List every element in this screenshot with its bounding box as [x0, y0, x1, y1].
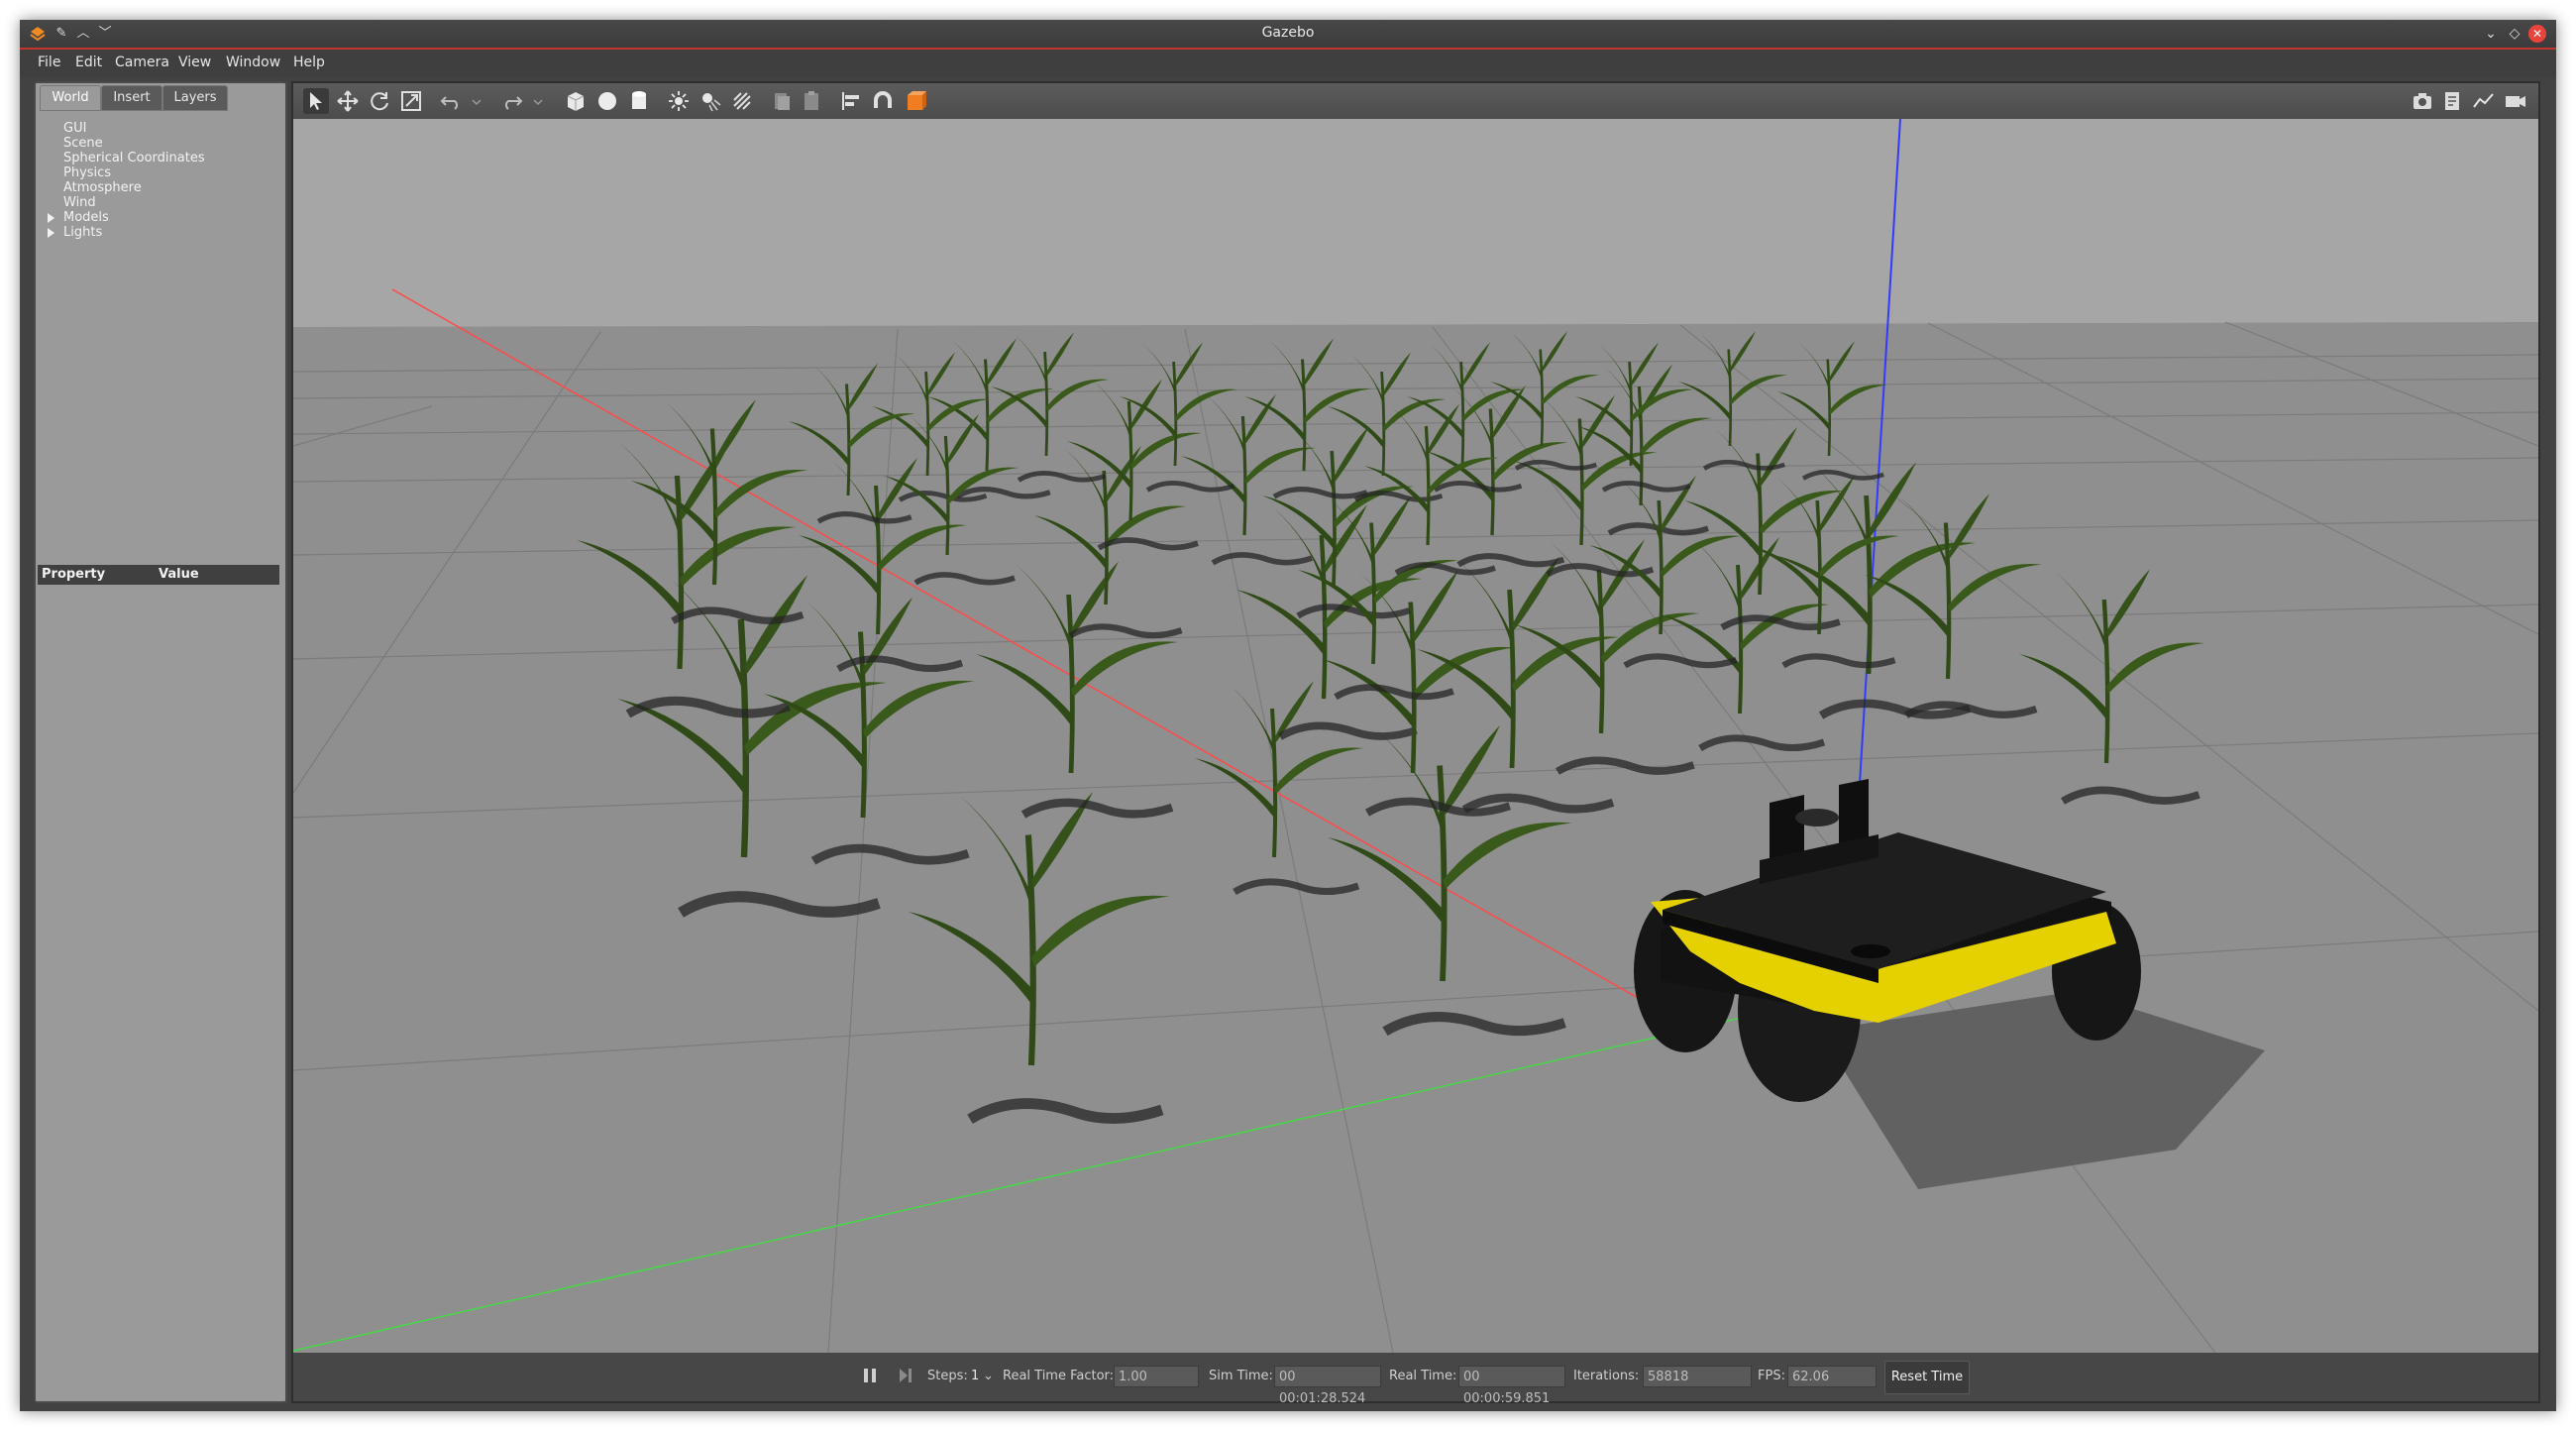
screenshot-icon[interactable] — [2410, 88, 2435, 114]
menu-file[interactable]: File — [38, 55, 60, 70]
minimize-icon[interactable]: ⌄ — [2481, 24, 2501, 44]
record-video-icon[interactable] — [2503, 88, 2528, 114]
undo-dropdown-icon[interactable] — [464, 88, 482, 114]
change-view-icon[interactable] — [904, 88, 929, 114]
maximize-icon[interactable]: ◇ — [2505, 24, 2524, 44]
menu-camera[interactable]: Camera — [115, 55, 169, 70]
menu-edit[interactable]: Edit — [75, 55, 102, 70]
lidar-mount-right — [1839, 779, 1869, 846]
step-icon[interactable] — [898, 1367, 913, 1384]
copy-icon[interactable] — [769, 88, 795, 114]
paste-icon[interactable] — [799, 88, 824, 114]
tab-insert[interactable]: Insert — [101, 85, 162, 111]
steps-value[interactable]: 1 — [971, 1369, 979, 1383]
spot-light-icon[interactable] — [698, 88, 723, 114]
sphere-shape-icon[interactable] — [594, 88, 620, 114]
window-title: Gazebo — [1261, 25, 1315, 41]
steps-dropdown-icon[interactable]: ⌄ — [983, 1369, 994, 1383]
log-icon[interactable] — [2439, 88, 2465, 114]
menu-help[interactable]: Help — [293, 55, 325, 70]
tree-item-models[interactable]: Models — [63, 210, 109, 225]
cylinder-shape-icon[interactable] — [626, 88, 652, 114]
pause-icon[interactable] — [862, 1367, 878, 1384]
menu-view[interactable]: View — [178, 55, 211, 70]
steps-label: Steps: — [927, 1369, 968, 1383]
rtf-value: 1.00 — [1114, 1366, 1199, 1387]
fps-value: 62.06 — [1787, 1366, 1877, 1387]
directional-light-icon[interactable] — [729, 88, 755, 114]
expand-arrow-icon[interactable] — [48, 228, 54, 238]
tree-item-physics[interactable]: Physics — [63, 165, 111, 180]
point-light-icon[interactable] — [666, 88, 692, 114]
tree-item-wind[interactable]: Wind — [63, 195, 96, 210]
box-shape-icon[interactable] — [563, 88, 589, 114]
sim-time-value: 00 00:01:28.524 — [1274, 1366, 1381, 1406]
rtf-label: Real Time Factor: — [1003, 1369, 1115, 1383]
tree-item-spherical-coordinates[interactable]: Spherical Coordinates — [63, 151, 205, 165]
redo-icon[interactable] — [499, 88, 525, 114]
snap-magnet-icon[interactable] — [870, 88, 896, 114]
title-bar[interactable]: ✎ ︿ ﹀ Gazebo ⌄ ◇ ✕ — [20, 20, 2556, 50]
3d-scene-viewport[interactable] — [292, 118, 2539, 1354]
menu-bar: File Edit Camera View Window Help — [20, 50, 2556, 77]
menu-window[interactable]: Window — [226, 55, 280, 70]
plot-icon[interactable] — [2471, 88, 2497, 114]
left-panel: World Insert Layers GUI Scene Spherical … — [34, 81, 287, 1403]
value-column-header: Value — [159, 567, 199, 582]
select-arrow-icon[interactable] — [303, 88, 329, 114]
fps-label: FPS: — [1758, 1369, 1785, 1383]
iterations-value: 58818 — [1643, 1366, 1752, 1387]
status-bar: Steps: 1 ⌄ Real Time Factor: 1.00 Sim Ti… — [293, 1353, 2538, 1406]
expand-arrow-icon[interactable] — [48, 213, 54, 223]
real-time-label: Real Time: — [1389, 1369, 1457, 1383]
align-icon[interactable] — [838, 88, 864, 114]
property-table-header: Property Value — [38, 565, 279, 585]
tab-layers[interactable]: Layers — [162, 85, 228, 111]
lidar-sensor — [1795, 809, 1839, 826]
robot-estop — [1851, 944, 1890, 958]
property-column-header: Property — [42, 567, 106, 582]
lidar-mount-left — [1770, 795, 1804, 860]
sky — [293, 119, 2538, 327]
translate-icon[interactable] — [335, 88, 361, 114]
render-panel: Steps: 1 ⌄ Real Time Factor: 1.00 Sim Ti… — [291, 81, 2540, 1406]
tab-world[interactable]: World — [40, 85, 101, 111]
close-icon[interactable]: ✕ — [2528, 25, 2546, 43]
reset-time-button[interactable]: Reset Time — [1884, 1361, 1970, 1394]
scale-icon[interactable] — [398, 88, 424, 114]
scene-render[interactable] — [292, 118, 2539, 1354]
ground-plane — [293, 322, 2538, 1353]
scene-toolbar — [293, 83, 2538, 119]
rotate-icon[interactable] — [367, 88, 392, 114]
tree-item-scene[interactable]: Scene — [63, 136, 103, 151]
undo-icon[interactable] — [438, 88, 464, 114]
redo-dropdown-icon[interactable] — [525, 88, 543, 114]
tree-item-lights[interactable]: Lights — [63, 225, 102, 240]
sim-time-label: Sim Time: — [1209, 1369, 1273, 1383]
tree-item-atmosphere[interactable]: Atmosphere — [63, 180, 142, 195]
world-tree: GUI Scene Spherical Coordinates Physics … — [42, 113, 279, 589]
tree-item-gui[interactable]: GUI — [63, 121, 86, 136]
real-time-value: 00 00:00:59.851 — [1458, 1366, 1565, 1406]
iterations-label: Iterations: — [1573, 1369, 1640, 1383]
gazebo-window: ✎ ︿ ﹀ Gazebo ⌄ ◇ ✕ File Edit Camera View… — [20, 20, 2556, 1411]
